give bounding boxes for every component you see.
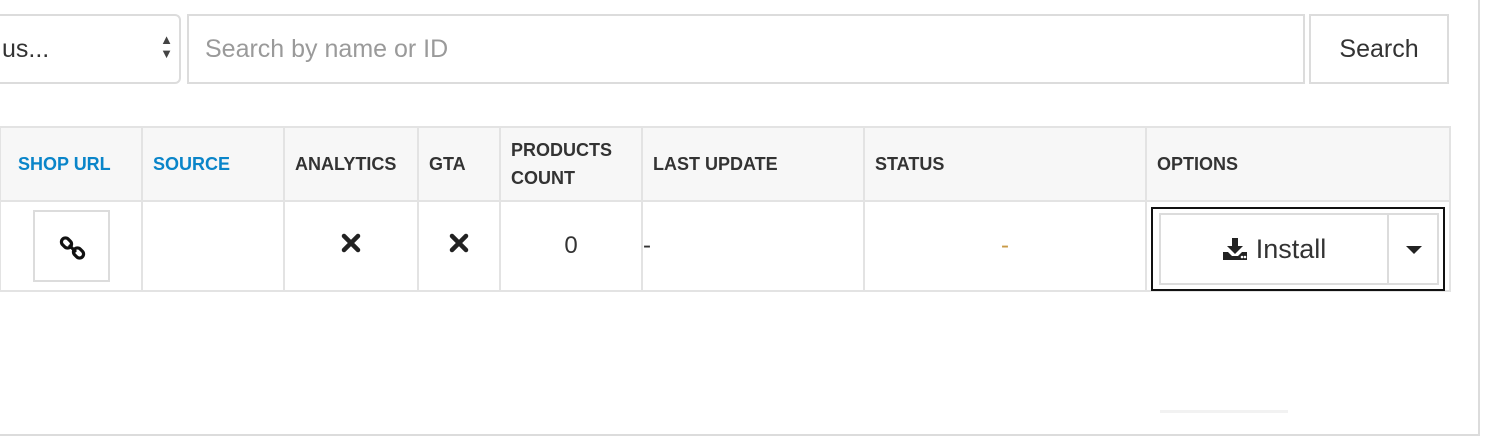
arrow-down-icon: ▼ xyxy=(160,46,173,61)
link-icon xyxy=(59,236,85,260)
analytics-cell xyxy=(283,200,419,292)
x-icon xyxy=(449,233,469,253)
table-header-row: SHOP URL SOURCE ANALYTICS GTA PRODUCTS C… xyxy=(0,126,1451,202)
download-icon xyxy=(1222,238,1247,260)
install-dropdown-toggle[interactable] xyxy=(1387,213,1439,285)
gta-cell xyxy=(417,200,501,292)
select-arrows-icon: ▲ ▼ xyxy=(160,33,173,61)
column-header-source[interactable]: SOURCE xyxy=(141,126,285,202)
table-row: 0 - - Install xyxy=(0,200,1451,292)
last-update-cell: - xyxy=(641,200,865,292)
search-button[interactable]: Search xyxy=(1309,14,1449,84)
install-button-label: Install xyxy=(1255,233,1327,264)
column-header-status: STATUS xyxy=(863,126,1147,202)
column-header-products-count: PRODUCTS COUNT xyxy=(499,126,643,202)
status-filter-value: us... xyxy=(2,35,50,63)
source-cell xyxy=(141,200,285,292)
arrow-up-icon: ▲ xyxy=(160,32,173,47)
shops-panel: us... ▲ ▼ Search SHOP URL SOURCE ANALYTI… xyxy=(0,0,1480,436)
shop-url-link-button[interactable] xyxy=(32,210,110,282)
column-header-last-update: LAST UPDATE xyxy=(641,126,865,202)
x-icon xyxy=(341,233,361,253)
search-input[interactable] xyxy=(187,14,1305,84)
caret-down-icon xyxy=(1406,246,1422,254)
products-count-cell: 0 xyxy=(499,200,643,292)
status-cell: - xyxy=(863,200,1147,292)
status-filter-select[interactable]: us... ▲ ▼ xyxy=(0,14,181,84)
shops-table: SHOP URL SOURCE ANALYTICS GTA PRODUCTS C… xyxy=(0,126,1451,292)
options-cell: Install xyxy=(1145,200,1451,292)
divider xyxy=(1160,410,1288,413)
install-button-group: Install xyxy=(1151,207,1445,291)
install-button[interactable]: Install xyxy=(1159,213,1389,285)
column-header-analytics: ANALYTICS xyxy=(283,126,419,202)
column-header-shop-url[interactable]: SHOP URL xyxy=(0,126,143,202)
column-header-gta: GTA xyxy=(417,126,501,202)
column-header-options: OPTIONS xyxy=(1145,126,1451,202)
shop-url-cell xyxy=(0,200,143,292)
